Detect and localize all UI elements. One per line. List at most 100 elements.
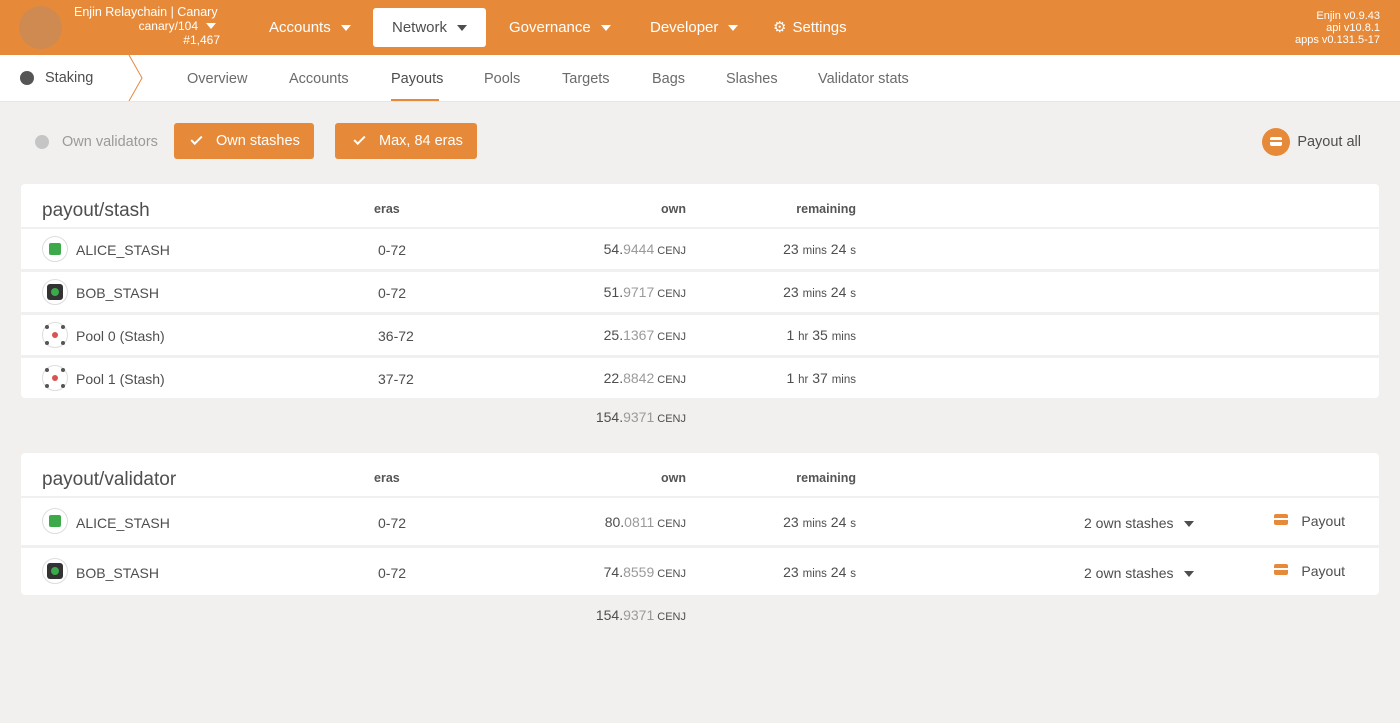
payout-icon-circle	[1262, 128, 1291, 156]
chevron-down-icon	[600, 25, 611, 32]
eras-range: 0-72	[378, 242, 407, 258]
staking-icon	[20, 71, 34, 85]
remaining-time: 23 mins 24 s	[783, 284, 856, 300]
tab-targets[interactable]: Targets	[562, 71, 610, 87]
col-remaining: remaining	[796, 471, 856, 485]
own-stashes-dropdown[interactable]: 2 own stashes	[1084, 565, 1194, 581]
account-name[interactable]: ALICE_STASH	[76, 242, 170, 258]
payout-all-button[interactable]: Payout all	[1262, 128, 1361, 156]
check-icon	[353, 132, 366, 146]
account-identicon[interactable]	[42, 558, 68, 584]
account-identicon[interactable]	[42, 236, 68, 262]
max-eras-label: Max, 84 eras	[379, 133, 463, 149]
eras-range: 0-72	[378, 285, 407, 301]
tab-slashes[interactable]: Slashes	[726, 71, 778, 87]
active-tab-indicator	[391, 99, 439, 101]
apps-version: apps v0.131.5-17	[1294, 34, 1380, 46]
sub-navigation: Staking Overview Accounts Payouts Pools …	[0, 55, 1400, 102]
table-row: ALICE_STASH 0-72 80.0811 CENJ 23 mins 24 …	[21, 498, 1379, 545]
own-amount: 22.8842 CENJ	[603, 370, 686, 386]
eras-range: 37-72	[378, 371, 414, 387]
payout-button[interactable]: Payout	[1274, 513, 1345, 529]
nav-governance[interactable]: Governance	[509, 8, 611, 47]
nav-accounts[interactable]: Accounts	[269, 8, 351, 47]
payout-button[interactable]: Payout	[1274, 563, 1345, 579]
chevron-down-icon	[457, 25, 468, 32]
tab-bags[interactable]: Bags	[652, 71, 685, 87]
top-bar: Enjin Relaychain | Canary canary/104 #1,…	[0, 0, 1400, 55]
validator-table-title: payout/validator	[42, 469, 177, 490]
table-row: BOB_STASH 0-72 74.8559 CENJ 23 mins 24 s …	[21, 548, 1379, 595]
col-own: own	[661, 202, 686, 216]
chevron-down-icon	[1183, 571, 1194, 578]
account-identicon[interactable]	[42, 508, 68, 534]
col-remaining: remaining	[796, 202, 856, 216]
chevron-down-icon	[1183, 521, 1194, 528]
payout-all-label: Payout all	[1297, 134, 1361, 150]
chain-name: Enjin Relaychain | Canary	[74, 5, 218, 19]
section-title: Staking	[45, 70, 94, 86]
remaining-time: 23 mins 24 s	[783, 241, 856, 257]
remaining-time: 1 hr 37 mins	[786, 370, 856, 386]
credit-card-icon	[1274, 564, 1289, 575]
tab-overview[interactable]: Overview	[187, 71, 247, 87]
col-eras: eras	[374, 202, 400, 216]
account-name[interactable]: BOB_STASH	[76, 285, 159, 301]
nav-settings[interactable]: ⚙ Settings	[773, 8, 847, 47]
own-amount: 74.8559 CENJ	[603, 564, 686, 580]
nav-governance-label: Governance	[509, 19, 591, 36]
chevron-down-icon	[206, 23, 216, 29]
chevron-down-icon	[340, 25, 351, 32]
section-staking: Staking	[0, 55, 138, 101]
chain-spec: canary/104	[138, 19, 198, 33]
chain-selector[interactable]: Enjin Relaychain | Canary canary/104 #1,…	[70, 5, 220, 47]
nav-settings-label: Settings	[792, 19, 847, 36]
nav-network[interactable]: Network	[373, 8, 487, 47]
remaining-time: 23 mins 24 s	[783, 564, 856, 580]
own-validators-toggle[interactable]	[35, 135, 49, 149]
account-name[interactable]: Pool 0 (Stash)	[76, 328, 165, 344]
nav-developer-label: Developer	[650, 19, 719, 36]
remaining-time: 1 hr 35 mins	[786, 327, 856, 343]
client-version: Enjin v0.9.43	[1316, 10, 1380, 22]
check-icon	[190, 132, 203, 146]
account-name[interactable]: Pool 1 (Stash)	[76, 371, 165, 387]
own-amount: 51.9717 CENJ	[603, 284, 686, 300]
api-version: api v10.8.1	[1326, 22, 1380, 34]
stash-table-header: payout/stash eras own remaining	[21, 184, 1379, 227]
col-eras: eras	[374, 471, 400, 485]
eras-range: 0-72	[378, 565, 407, 581]
account-identicon[interactable]	[42, 322, 68, 348]
account-identicon[interactable]	[42, 279, 68, 305]
credit-card-icon	[1274, 514, 1289, 525]
account-name[interactable]: ALICE_STASH	[76, 515, 170, 531]
account-identicon[interactable]	[42, 365, 68, 391]
own-amount: 25.1367 CENJ	[603, 327, 686, 343]
stash-table-title: payout/stash	[42, 200, 150, 221]
table-row: Pool 0 (Stash) 36-72 25.1367 CENJ 1 hr 35…	[21, 315, 1379, 355]
own-amount: 54.9444 CENJ	[603, 241, 686, 257]
block-number: #1,467	[183, 33, 220, 47]
validator-table-header: payout/validator eras own remaining	[21, 453, 1379, 496]
tab-pools[interactable]: Pools	[484, 71, 520, 87]
own-validators-label: Own validators	[62, 134, 158, 150]
remaining-time: 23 mins 24 s	[783, 514, 856, 530]
section-divider	[128, 55, 143, 101]
table-row: Pool 1 (Stash) 37-72 22.8842 CENJ 1 hr 37…	[21, 358, 1379, 398]
table-row: ALICE_STASH 0-72 54.9444 CENJ 23 mins 24 …	[21, 229, 1379, 269]
tab-accounts[interactable]: Accounts	[289, 71, 349, 87]
stash-total: 154.9371 CENJ	[595, 409, 686, 425]
own-amount: 80.0811 CENJ	[604, 514, 686, 530]
own-stashes-dropdown[interactable]: 2 own stashes	[1084, 515, 1194, 531]
nav-accounts-label: Accounts	[269, 19, 331, 36]
nav-developer[interactable]: Developer	[650, 8, 739, 47]
own-stashes-label: Own stashes	[216, 133, 300, 149]
account-name[interactable]: BOB_STASH	[76, 565, 159, 581]
max-eras-button[interactable]: Max, 84 eras	[335, 123, 477, 159]
chain-logo[interactable]	[19, 6, 62, 49]
tab-payouts[interactable]: Payouts	[391, 71, 443, 87]
tab-validator-stats[interactable]: Validator stats	[818, 71, 909, 87]
version-info: Enjin v0.9.43 api v10.8.1 apps v0.131.5-…	[1295, 10, 1380, 46]
own-stashes-button[interactable]: Own stashes	[174, 123, 314, 159]
chevron-down-icon	[728, 25, 739, 32]
